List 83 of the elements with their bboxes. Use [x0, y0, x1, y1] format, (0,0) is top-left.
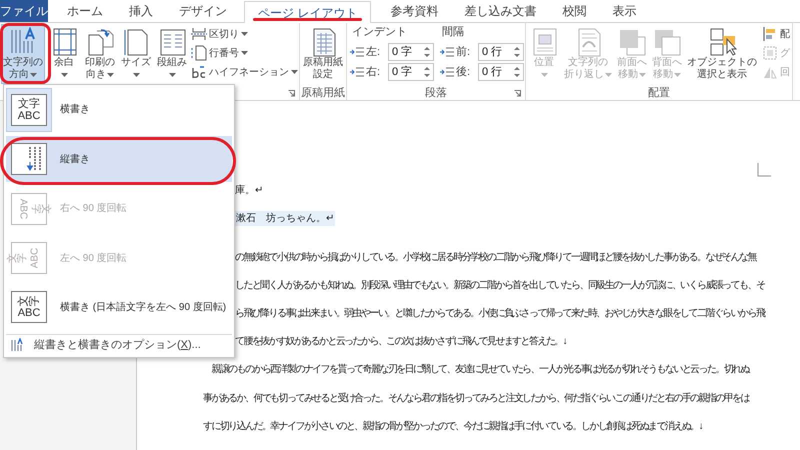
ribbon-button[interactable]: 余白	[47, 24, 81, 84]
field-label: 左:	[366, 44, 382, 60]
spinner-icon	[514, 66, 520, 78]
ribbon-button[interactable]: 原稿用紙 設定	[301, 24, 345, 84]
group-label: 配置	[648, 86, 670, 100]
icon-label: 文字	[8, 252, 28, 264]
caret-icon	[30, 73, 37, 77]
icon-label: 文字	[18, 295, 40, 308]
indent-icon	[350, 46, 364, 58]
text-line: て腰を抜かす奴があるかと云ったから、この次は抜かさずに飛んで見せますと答えた。↓	[235, 334, 566, 350]
spin-field[interactable]: 0 字	[388, 63, 434, 81]
group-icon	[762, 45, 778, 61]
page-break-icon	[191, 26, 207, 42]
ribbon-tab[interactable]: 差し込み文書	[451, 0, 550, 22]
dialog-launcher-icon	[288, 90, 295, 97]
hyphenation-icon	[191, 64, 207, 80]
icon-label: ABC	[17, 198, 28, 219]
spin-field[interactable]: 0 行	[478, 63, 524, 81]
spinner-icon	[424, 46, 430, 58]
spin-field[interactable]: 0 字	[388, 43, 434, 61]
group-label: 段落	[425, 86, 447, 100]
text-line: 庫。↵	[235, 184, 263, 198]
margin-corner-mark	[757, 163, 771, 177]
menu-item[interactable]: 縦書き	[6, 136, 232, 182]
caret-icon	[60, 73, 68, 77]
caret-icon	[241, 32, 248, 36]
caret-icon	[674, 73, 681, 77]
caret-icon	[241, 51, 248, 55]
ribbon-tab[interactable]: ホーム	[54, 0, 116, 22]
icon-label: ABC	[18, 110, 40, 122]
caret-icon	[107, 73, 114, 77]
caret-icon	[291, 70, 298, 74]
spin-field[interactable]: 0 行	[478, 43, 524, 61]
ribbon-button[interactable]: 配	[762, 26, 790, 42]
text-line: したと聞く人があるかも知れぬ。別段深い理由でもない。新築の二階から首を出していたら、同級生の一人が冗談に、いくら威張っても、そ	[235, 278, 764, 293]
align-icon	[762, 26, 778, 42]
ribbon-tab[interactable]: 表示	[599, 0, 650, 22]
ribbon-button[interactable]: 印刷の 向き	[83, 24, 117, 84]
spinner-icon	[424, 66, 430, 78]
ribbon-button[interactable]: ハイフネーション	[191, 64, 298, 80]
ribbon-tab[interactable]: デザイン	[166, 0, 240, 22]
ribbon-tab[interactable]: 校閲	[549, 0, 600, 22]
field-label: 後:	[456, 64, 472, 80]
ribbon-button[interactable]: 区切り	[191, 26, 298, 42]
ribbon-button[interactable]: サイズ	[119, 24, 153, 84]
ribbon-button[interactable]: 行番号	[191, 45, 298, 61]
text-line: すに切り込んだ。幸ナイフが小さいのと、親指の骨が堅かったので、今だに親指は手に付いている。しかし創痕は死ぬまで消えぬ。↓	[203, 420, 702, 434]
icon-label: ABC	[30, 248, 41, 268]
icon-label: ABC	[18, 307, 40, 320]
caret-icon	[605, 73, 612, 77]
ribbon-tab[interactable]: ファイル	[0, 0, 48, 22]
spacing-icon	[440, 66, 454, 78]
ribbon-button[interactable]: オブジェクトの 選択と表示	[685, 24, 759, 84]
ribbon-tab[interactable]: 挿入	[116, 0, 166, 22]
icon-label: 文字	[30, 202, 50, 215]
dialog-launcher-icon	[514, 90, 521, 97]
bring-forward-icon	[617, 27, 647, 57]
icon-label: 文字	[18, 98, 40, 110]
section-label: 間隔	[441, 25, 465, 40]
text-line: の無鉄砲で小供の時から損ばかりしている。小学校に居る時分学校の二階から飛び降りて一週間ほど腰を抜かした事がある。なぜそんな無	[235, 250, 756, 265]
spinner-icon	[514, 46, 520, 58]
group-label: 原稿用紙	[301, 86, 345, 100]
vertical-text-icon	[11, 143, 47, 176]
field-label: 右:	[366, 64, 382, 80]
caret-icon	[168, 73, 176, 77]
section-label: インデント	[351, 25, 408, 40]
spacing-icon	[440, 46, 454, 58]
text-direction-icon	[10, 338, 24, 352]
indent-icon	[350, 66, 364, 78]
ribbon-tab[interactable]: 参考資料	[377, 0, 452, 22]
send-backward-icon	[652, 27, 682, 57]
caret-icon	[639, 73, 646, 77]
text-line: 事があるか、何でも切ってみせると受け合った。そんなら君の指を切ってみろと注文したから、何だ指ぐらいこの通りだと右の手の親指の甲をは	[203, 392, 750, 406]
caret-icon	[540, 73, 548, 77]
line-numbers-icon	[191, 45, 207, 61]
ribbon-tab[interactable]: ページ レイアウト	[244, 1, 372, 23]
text-line: ら飛び降りる事は出来まい。弱虫やーい。と囃したからである。小使に負ぶさって帰って来た時、おやじが大きな眼をして二階ぐらいから飛	[235, 306, 764, 321]
caret-icon	[132, 73, 140, 77]
menu-item[interactable]: 縦書きと横書きのオプション(X)...	[4, 335, 234, 355]
field-label: 前:	[456, 44, 472, 60]
ribbon-button[interactable]: 段組み	[155, 24, 189, 84]
annotation-outline	[0, 23, 51, 84]
text-line: 親譲のものから西洋製のナイフを貰って奇麗な刃を日に翳して、友達に見せていたら、一人が光る事は光るが切れそうもないと云った。切れぬ	[210, 362, 750, 378]
